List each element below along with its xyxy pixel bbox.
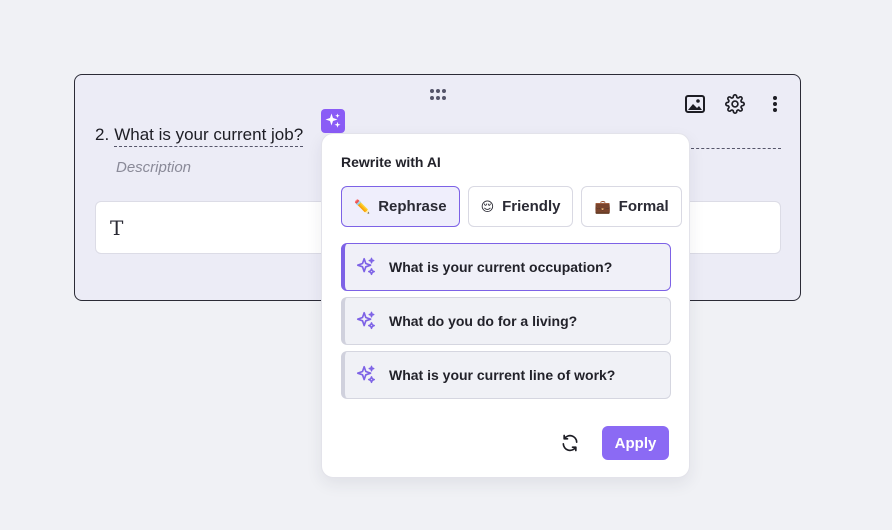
smile-icon: 😌	[480, 198, 495, 214]
tone-friendly-button[interactable]: 😌 Friendly	[467, 186, 574, 227]
sparkle-icon	[356, 365, 375, 384]
gear-icon[interactable]	[722, 93, 748, 115]
sparkle-icon	[325, 113, 341, 128]
refresh-icon[interactable]	[560, 433, 580, 453]
tone-formal-button[interactable]: 💼 Formal	[581, 186, 682, 227]
image-icon[interactable]	[682, 93, 708, 115]
tone-label: Rephrase	[378, 198, 447, 215]
question-title[interactable]: What is your current job?	[114, 125, 304, 147]
text-type-icon: T	[110, 216, 124, 240]
suggestion-text: What is your current line of work?	[389, 367, 616, 383]
title-underline	[691, 148, 781, 149]
ai-sparkle-button[interactable]	[321, 109, 345, 133]
panel-title: Rewrite with AI	[341, 154, 441, 170]
suggestion-text: What do you do for a living?	[389, 313, 578, 329]
tone-rephrase-button[interactable]: ✏️ Rephrase	[341, 186, 460, 227]
question-toolbar	[682, 93, 788, 115]
suggestion-item[interactable]: What is your current line of work?	[341, 351, 671, 399]
suggestion-item[interactable]: What is your current occupation?	[341, 243, 671, 291]
question-number: 2.	[95, 125, 110, 144]
question-title-row: 2. What is your current job?	[95, 125, 304, 147]
tone-options: ✏️ Rephrase 😌 Friendly 💼 Formal	[341, 186, 682, 227]
apply-button[interactable]: Apply	[602, 426, 669, 460]
description-field[interactable]: Description	[116, 159, 191, 176]
tone-label: Formal	[618, 198, 669, 215]
tone-label: Friendly	[502, 198, 561, 215]
panel-footer: Apply	[560, 426, 669, 460]
suggestion-list: What is your current occupation? What do…	[341, 243, 671, 405]
pencil-icon: ✏️	[354, 198, 371, 214]
suggestion-text: What is your current occupation?	[389, 259, 613, 275]
more-vertical-icon[interactable]	[762, 93, 788, 115]
sparkle-icon	[356, 257, 375, 276]
drag-handle-icon[interactable]	[430, 89, 446, 101]
briefcase-icon: 💼	[594, 198, 611, 214]
ai-rewrite-panel: Rewrite with AI ✏️ Rephrase 😌 Friendly 💼…	[321, 133, 690, 478]
sparkle-icon	[356, 311, 375, 330]
suggestion-item[interactable]: What do you do for a living?	[341, 297, 671, 345]
